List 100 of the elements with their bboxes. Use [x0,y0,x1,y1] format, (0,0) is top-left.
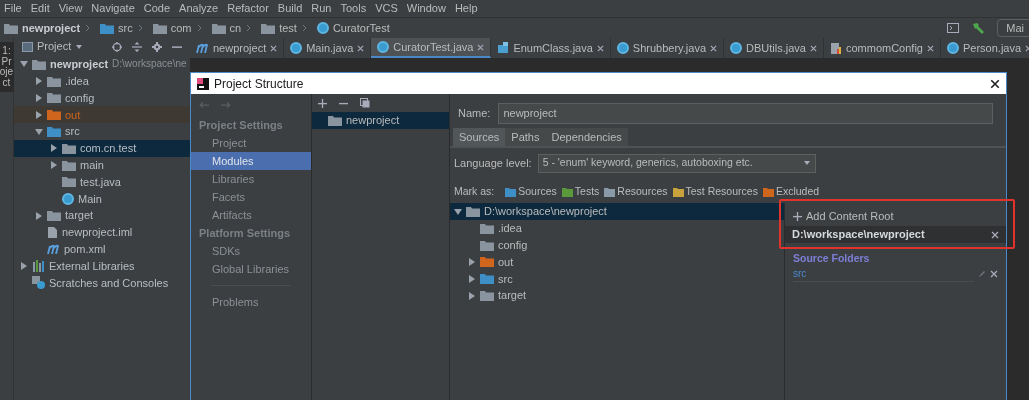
tree-row[interactable]: Main [14,190,190,208]
edit-icon[interactable] [978,269,986,278]
add-content-root-button[interactable]: Add Content Root [785,208,1006,225]
class-icon [62,192,74,205]
breadcrumb-item[interactable]: cn [229,19,242,37]
class-icon [377,41,390,53]
menu-item[interactable]: Help [454,0,478,17]
menu-item[interactable]: File [4,0,22,17]
language-level-dropdown[interactable]: 5 - 'enum' keyword, generics, autoboxing etc. [537,153,816,173]
tree-label: test.java [80,174,121,190]
hammer-icon[interactable] [971,22,986,34]
menu-item[interactable]: VCS [375,0,398,17]
sidebar-item[interactable]: Problems [191,293,311,311]
sidebar-item[interactable]: Project [191,134,311,152]
terminal-icon[interactable] [947,23,960,33]
expanded-arrow-icon[interactable] [20,60,28,69]
mark-as-button[interactable]: Test Resources [672,184,758,200]
tree-row[interactable]: External Libraries [14,257,190,275]
breadcrumb-item[interactable]: test [279,19,297,37]
tree-row[interactable]: src [14,123,190,140]
tree-label: newproject [50,57,109,73]
tree-label: com.cn.test [80,141,137,157]
name-field[interactable]: newproject [498,102,994,124]
class-icon [616,42,629,54]
folder-icon [47,109,61,121]
tree-label: .idea [65,73,89,89]
collapsed-arrow-icon[interactable] [35,211,43,220]
file-icon [47,225,58,239]
folder-icon [47,75,61,87]
tree-row[interactable]: D:\workspace\newproject [450,203,784,220]
tree-label: .idea [498,221,522,237]
expanded-arrow-icon[interactable] [35,127,43,136]
collapsed-arrow-icon[interactable] [20,261,28,270]
tree-label: src [65,124,80,140]
sidebar-item[interactable]: Artifacts [191,206,311,224]
menu-item[interactable]: Window [406,0,446,17]
copy-icon[interactable] [360,98,370,108]
menu-item[interactable]: Refactor [227,0,269,17]
project-tool-tab[interactable]: 1: Project [0,42,14,92]
chevron-icon [136,24,145,32]
tree-row[interactable]: pom.xml [14,240,190,258]
tree-row[interactable]: newproject.iml [14,223,190,241]
menu-item[interactable]: Tools [340,0,367,17]
tree-row[interactable]: out [450,253,784,271]
sidebar-item[interactable]: SDKs [191,242,311,260]
tree-label: src [498,271,513,287]
menu-item[interactable]: Build [277,0,303,17]
sidebar-item[interactable]: Libraries [191,170,311,188]
source-folder-path: src [793,265,974,282]
tree-row[interactable]: out [14,106,190,124]
scratches-icon [32,276,45,290]
tree-label: config [65,90,95,106]
breadcrumb-item[interactable]: CuratorTest [332,19,390,37]
add-icon[interactable] [318,98,327,108]
folder-icon [47,210,61,222]
tree-row[interactable]: newproject D:\workspace\ne [14,56,190,73]
breadcrumb-item[interactable]: src [118,19,133,37]
module-item[interactable]: newproject [312,112,449,129]
menu-item[interactable]: Analyze [179,0,219,17]
tab[interactable]: Sources [453,128,506,146]
sidebar-item[interactable]: Global Libraries [191,260,311,278]
folder-icon [480,290,494,302]
sidebar-item[interactable]: Modules [191,152,311,170]
tree-row[interactable]: src [450,270,784,288]
tree-row[interactable]: .idea [14,72,190,90]
folder-icon [32,58,46,70]
mark-as-button[interactable]: Resources [604,184,668,200]
tree-row[interactable]: target [14,207,190,224]
menu-item[interactable]: Navigate [91,0,135,17]
mark-as-button[interactable]: Sources [505,184,557,200]
mark-as-button[interactable]: Excluded [762,184,820,200]
tree-row[interactable]: main [14,156,190,174]
menu-item[interactable]: Code [143,0,171,17]
panel-title[interactable]: Project [37,38,72,55]
tab[interactable]: Paths [505,128,546,146]
editor-tab[interactable]: CuratorTest.java [371,38,492,58]
folder-icon [480,273,494,285]
folder-icon [480,239,494,251]
tree-row[interactable]: test.java [14,173,190,191]
tree-row[interactable]: .idea [450,220,784,237]
tree-row[interactable]: Scratches and Consoles [14,274,190,292]
locate-icon[interactable] [112,41,122,52]
dropdown-caret-icon[interactable] [75,42,84,51]
tree-row[interactable]: com.cn.test [14,140,190,157]
menu-item[interactable]: View [58,0,83,17]
tab[interactable]: Dependencies [545,128,628,146]
close-icon[interactable] [991,230,999,239]
breadcrumb-item[interactable]: newproject [22,19,81,37]
run-configuration-dropdown[interactable]: Mai [997,19,1029,37]
menu-item[interactable]: Run [311,0,332,17]
tree-row[interactable]: config [14,89,190,107]
close-icon[interactable] [990,78,1000,89]
collapse-icon[interactable] [132,41,142,52]
sidebar-item[interactable]: Facets [191,188,311,206]
breadcrumb-item[interactable]: com [170,19,192,37]
mark-as-button[interactable]: Tests [561,184,600,200]
tree-row[interactable]: target [450,287,784,304]
tree-row[interactable]: config [450,236,784,254]
expanded-arrow-icon[interactable] [454,207,462,216]
menu-item[interactable]: Edit [30,0,50,17]
